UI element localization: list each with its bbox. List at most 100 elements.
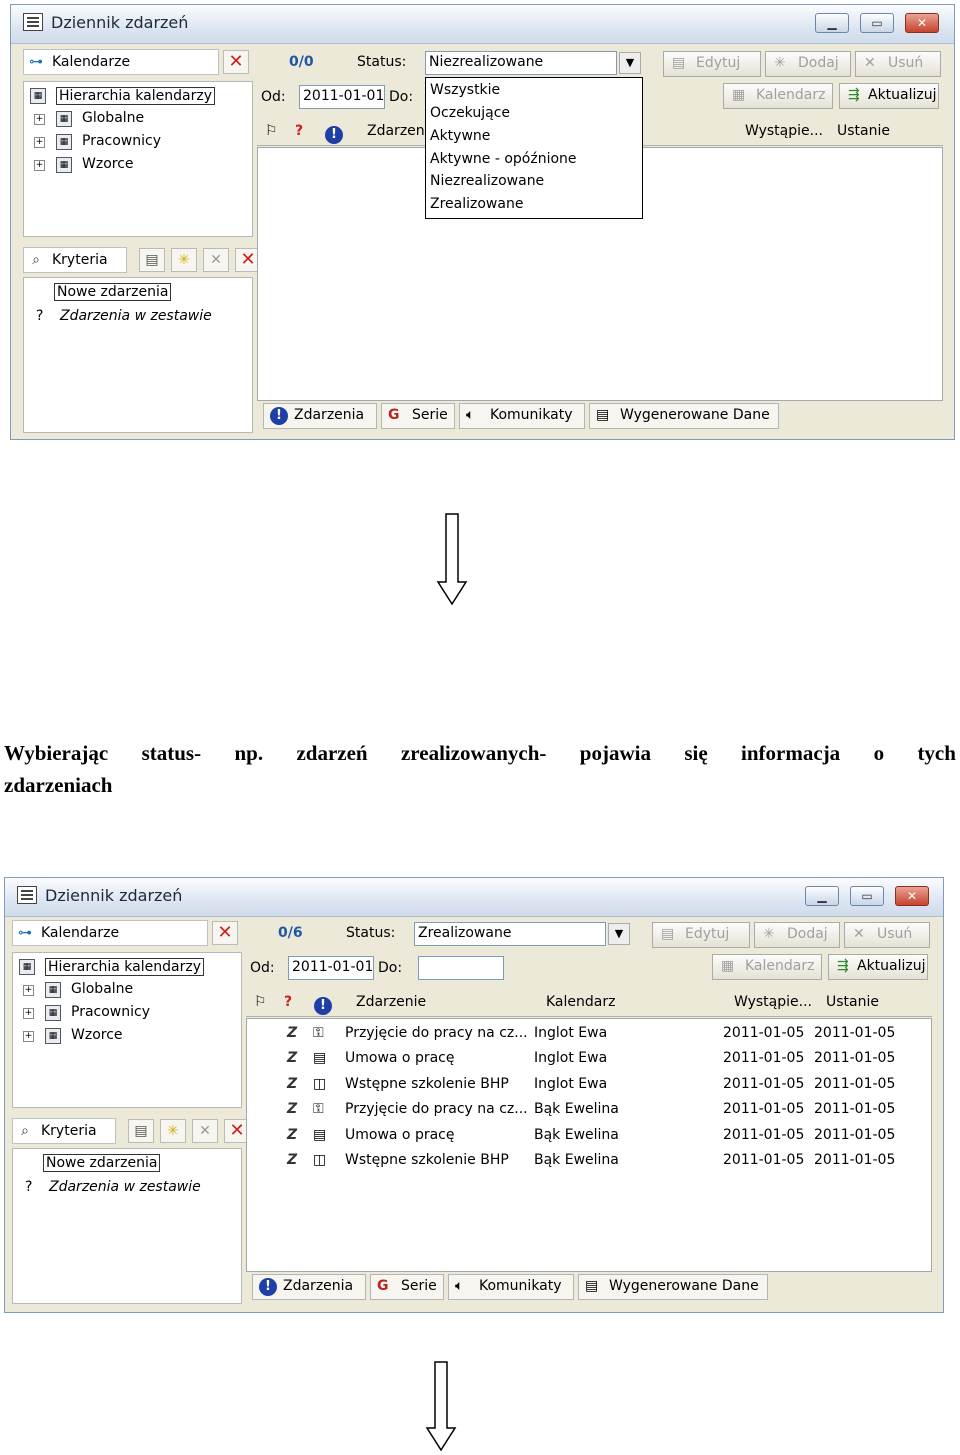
col-wystapienie[interactable]: Wystąpie... [745, 123, 823, 139]
expand-icon[interactable]: + [23, 1008, 34, 1019]
tree-item-hierarchia[interactable]: ▦ Hierarchia kalendarzy [13, 957, 241, 979]
speaker-icon: 🔈︎ [466, 407, 475, 423]
tree-label: Wzorce [82, 156, 134, 172]
dropdown-option[interactable]: Oczekujące [430, 105, 510, 121]
kalendarz-button[interactable]: ▦ Kalendarz [712, 954, 822, 980]
chevron-down-icon[interactable]: ▼ [608, 923, 630, 945]
close-icon[interactable]: ✕ [895, 886, 929, 906]
table-row[interactable]: Z ◫ Wstępne szkolenie BHP Bąk Ewelina 20… [247, 1148, 931, 1173]
close-kalendarze-button[interactable]: ✕ [223, 50, 249, 74]
expand-icon[interactable]: + [23, 1031, 34, 1042]
col-ustanie[interactable]: Ustanie [826, 994, 879, 1010]
new-criteria-icon[interactable]: ✳ [160, 1119, 186, 1143]
close-icon[interactable]: ✕ [905, 13, 939, 33]
question-column-icon[interactable]: ? [284, 994, 292, 1010]
dropdown-option[interactable]: Niezrealizowane [430, 173, 544, 189]
dropdown-option[interactable]: Zrealizowane [430, 196, 523, 212]
criteria-item-zestaw[interactable]: ? Zdarzenia w zestawie [13, 1178, 241, 1200]
edytuj-button[interactable]: ▤ Edytuj [663, 51, 761, 77]
table-row[interactable]: Z ▤ Umowa o pracę Bąk Ewelina 2011-01-05… [247, 1123, 931, 1148]
tree-item-pracownicy[interactable]: + ▦ Pracownicy [24, 132, 252, 154]
tab-wygenerowane[interactable]: ▤ Wygenerowane Dane [578, 1274, 768, 1300]
od-field[interactable]: 2011-01-01 [288, 956, 374, 980]
maximize-icon[interactable]: ▭ [850, 886, 884, 906]
tab-serie[interactable]: G Serie [381, 403, 455, 429]
delete-criteria-icon[interactable]: ✕ [203, 248, 229, 272]
caption-word: zrealizowanych- [400, 741, 547, 765]
flag-column-icon[interactable]: ⚐ [254, 994, 267, 1010]
event-calendar: Inglot Ewa [534, 1050, 608, 1066]
expand-icon[interactable]: + [34, 114, 45, 125]
window-icon [17, 886, 37, 904]
question-column-icon[interactable]: ? [295, 123, 303, 139]
calendar-node-icon: ▦ [56, 134, 72, 150]
tab-zdarzenia[interactable]: ! Zdarzenia [252, 1274, 366, 1300]
calendar-node-icon: ▦ [45, 982, 61, 998]
tab-label: Zdarzenia [283, 1278, 354, 1294]
tab-label: Komunikaty [490, 407, 573, 423]
usun-button[interactable]: ✕ Usuń [855, 51, 941, 77]
tree-item-pracownicy[interactable]: + ▦ Pracownicy [13, 1003, 241, 1025]
tree-item-hierarchia[interactable]: ▦ Hierarchia kalendarzy [24, 86, 252, 108]
col-zdarzenie[interactable]: Zdarzen [367, 123, 425, 139]
tree-item-globalne[interactable]: + ▦ Globalne [24, 109, 252, 131]
dodaj-button[interactable]: ✳ Dodaj [765, 51, 851, 77]
col-wystapienie[interactable]: Wystąpie... [734, 994, 812, 1010]
expand-icon[interactable]: + [34, 137, 45, 148]
od-field[interactable]: 2011-01-01 [299, 85, 385, 109]
tree-item-wzorce[interactable]: + ▦ Wzorce [13, 1026, 241, 1048]
minimize-icon[interactable]: ▁ [805, 886, 839, 906]
criteria-item-zestaw[interactable]: ? Zdarzenia w zestawie [24, 307, 252, 329]
tree-item-globalne[interactable]: + ▦ Globalne [13, 980, 241, 1002]
expand-icon[interactable]: + [34, 160, 45, 171]
aktualizuj-button[interactable]: ⇶ Aktualizuj [839, 83, 939, 109]
aktualizuj-button[interactable]: ⇶ Aktualizuj [828, 954, 928, 980]
refresh-icon: ⇶ [837, 958, 849, 974]
dropdown-option[interactable]: Aktywne [430, 128, 490, 144]
dropdown-option[interactable]: Aktywne - opóźnione [430, 151, 577, 167]
status-select[interactable]: Zrealizowane [414, 922, 606, 946]
calendar-node-icon: ▦ [45, 1028, 61, 1044]
col-zdarzenie[interactable]: Zdarzenie [356, 994, 426, 1010]
tab-komunikaty[interactable]: 🔈︎ Komunikaty [448, 1274, 574, 1300]
col-kalendarz[interactable]: Kalendarz [546, 994, 615, 1010]
usun-button[interactable]: ✕ Usuń [844, 922, 930, 948]
button-label: Dodaj [787, 926, 828, 942]
title-bar[interactable]: Dziennik zdarzeń ▁ ▭ ✕ [5, 878, 943, 917]
criteria-list: Nowe zdarzenia ? Zdarzenia w zestawie [12, 1148, 242, 1304]
do-field[interactable] [418, 956, 504, 980]
status-select[interactable]: Niezrealizowane [425, 51, 617, 75]
tab-komunikaty[interactable]: 🔈︎ Komunikaty [459, 403, 585, 429]
tab-zdarzenia[interactable]: ! Zdarzenia [263, 403, 377, 429]
properties-icon[interactable]: ▤ [139, 248, 165, 272]
close-kalendarze-button[interactable]: ✕ [212, 921, 238, 945]
col-ustanie[interactable]: Ustanie [837, 123, 890, 139]
kalendarz-button[interactable]: ▦ Kalendarz [723, 83, 833, 109]
series-icon: G [388, 407, 400, 423]
chevron-down-icon[interactable]: ▼ [619, 52, 641, 74]
table-row[interactable]: Z ⚿ Przyjęcie do pracy na cz... Bąk Ewel… [247, 1097, 931, 1122]
title-bar[interactable]: Dziennik zdarzeń ▁ ▭ ✕ [11, 5, 954, 44]
tab-wygenerowane[interactable]: ▤ Wygenerowane Dane [589, 403, 779, 429]
maximize-icon[interactable]: ▭ [860, 13, 894, 33]
table-row[interactable]: Z ▤ Umowa o pracę Inglot Ewa 2011-01-05 … [247, 1046, 931, 1071]
properties-icon[interactable]: ▤ [128, 1119, 154, 1143]
minimize-icon[interactable]: ▁ [815, 13, 849, 33]
book-icon: ◫ [313, 1152, 327, 1168]
table-row[interactable]: Z ◫ Wstępne szkolenie BHP Inglot Ewa 201… [247, 1072, 931, 1097]
criteria-item-nowe[interactable]: Nowe zdarzenia [24, 282, 252, 304]
expand-icon[interactable]: + [23, 985, 34, 996]
delete-criteria-icon[interactable]: ✕ [192, 1119, 218, 1143]
button-label: Usuń [877, 926, 913, 942]
caption-word: Wybierając [4, 741, 109, 765]
table-row[interactable]: Z ⚿ Przyjęcie do pracy na cz... Inglot E… [247, 1021, 931, 1046]
tab-serie[interactable]: G Serie [370, 1274, 444, 1300]
dropdown-option[interactable]: Wszystkie [430, 82, 500, 98]
edytuj-button[interactable]: ▤ Edytuj [652, 922, 750, 948]
flag-column-icon[interactable]: ⚐ [265, 123, 278, 139]
calendar-tree: ▦ Hierarchia kalendarzy + ▦ Globalne + ▦… [12, 952, 242, 1108]
tree-item-wzorce[interactable]: + ▦ Wzorce [24, 155, 252, 177]
criteria-item-nowe[interactable]: Nowe zdarzenia [13, 1153, 241, 1175]
dodaj-button[interactable]: ✳ Dodaj [754, 922, 840, 948]
new-criteria-icon[interactable]: ✳ [171, 248, 197, 272]
